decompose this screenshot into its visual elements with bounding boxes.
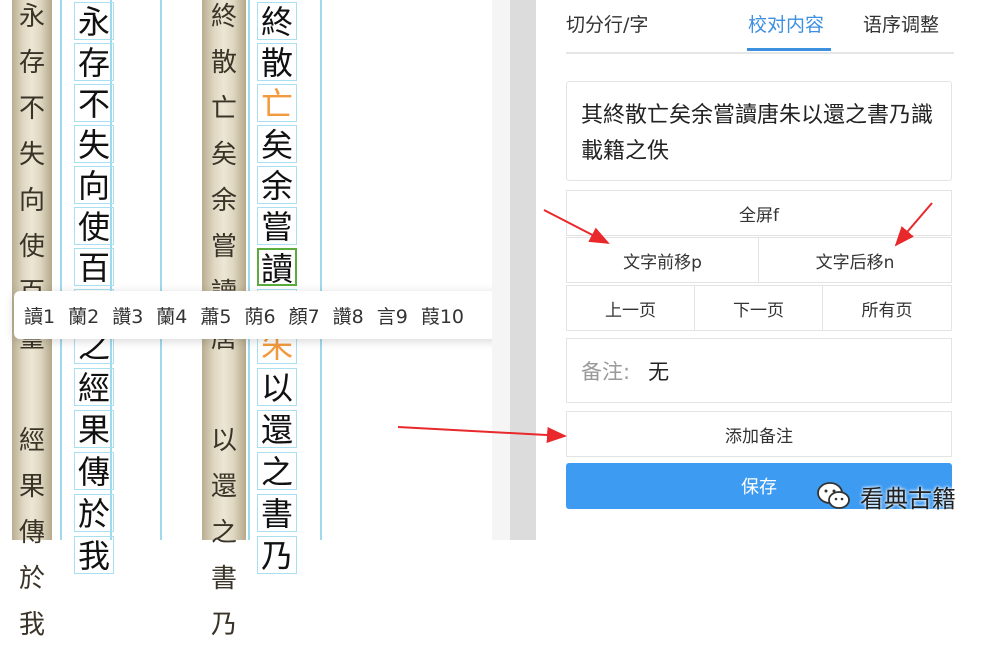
text-char[interactable]: 我 xyxy=(74,536,114,575)
manuscript-glyph: 於 xyxy=(18,564,45,594)
manuscript-glyph: 乃 xyxy=(210,610,237,640)
arrow-to-move-prev xyxy=(543,209,610,244)
arrow-to-move-next xyxy=(894,202,933,247)
annotation-arrows xyxy=(397,202,933,444)
arrow-to-add-note xyxy=(397,426,567,444)
text-char[interactable]: 乃 xyxy=(257,536,297,575)
manuscript-glyph: 書 xyxy=(210,564,237,594)
manuscript-glyph: 我 xyxy=(18,610,45,640)
